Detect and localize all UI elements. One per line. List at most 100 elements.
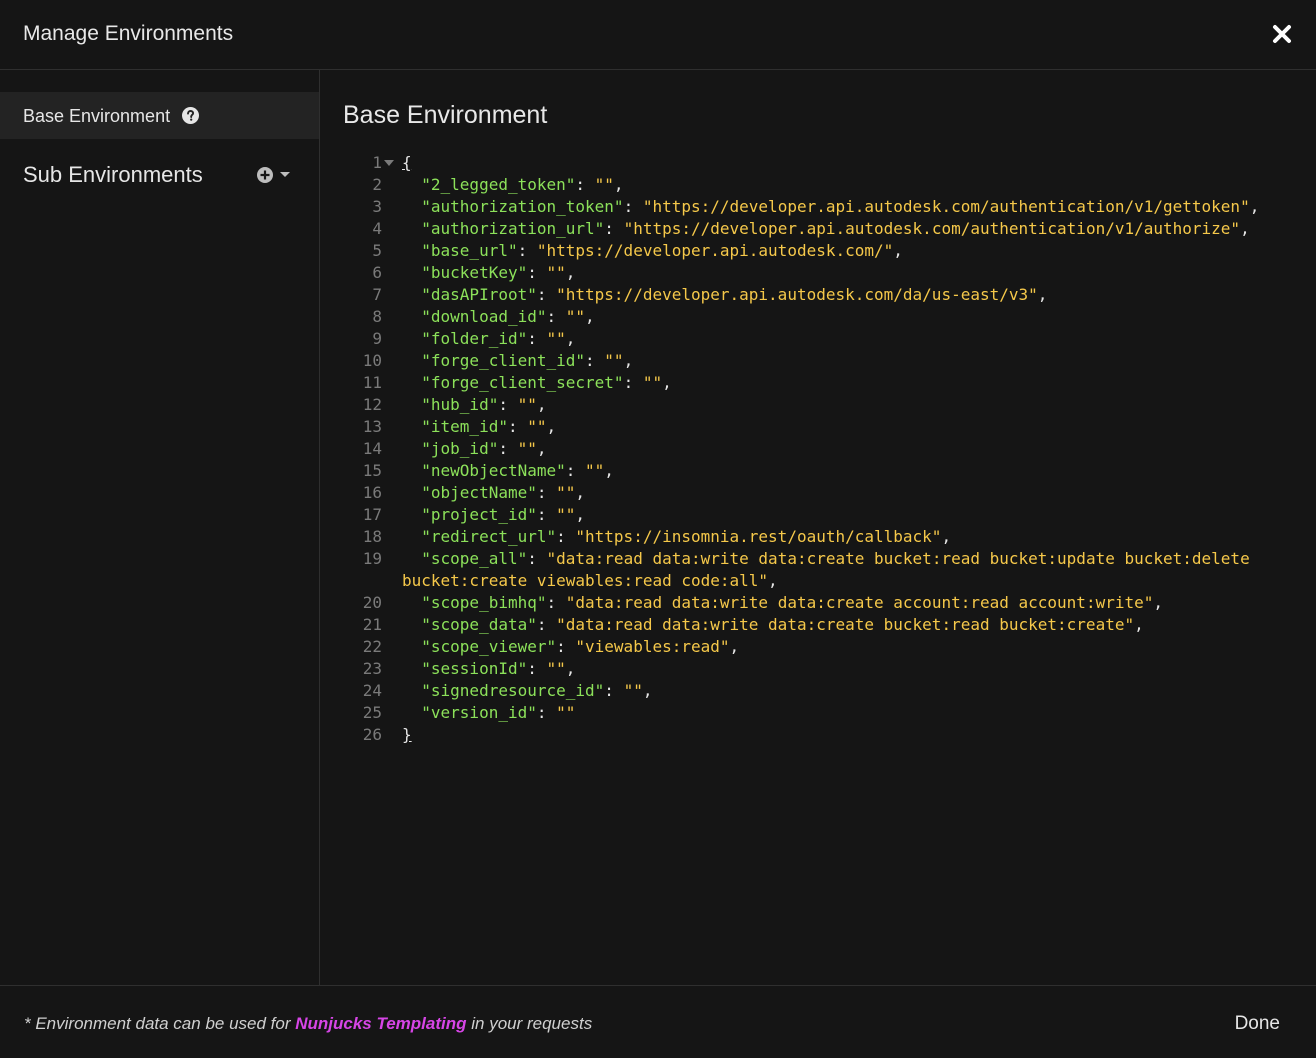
code-line: 5 "base_url": "https://developer.api.aut… [343,240,1303,262]
comma: , [893,241,903,260]
json-key: "download_id" [421,307,547,326]
comma: , [1037,285,1048,304]
footer-note-prefix: * Environment data can be used for [24,1014,296,1033]
json-value: "" [565,307,586,326]
comma: , [941,527,952,546]
comma: , [1153,593,1164,612]
line-number: 12 [362,395,382,414]
json-key: "scope_all" [421,549,528,568]
json-key: "newObjectName" [421,461,566,480]
environment-editor-panel: Base Environment 1 {2 "2_legged_token": "… [321,70,1316,986]
environments-sidebar: Base Environment Sub Environments [0,70,320,986]
line-number: 6 [372,263,382,282]
line-number: 21 [362,615,382,634]
line-number: 3 [372,197,382,216]
code-line: 7 "dasAPIroot": "https://developer.api.a… [343,284,1303,306]
nunjucks-templating-link[interactable]: Nunjucks Templating [295,1014,466,1033]
json-key: "redirect_url" [421,527,557,546]
json-key: "2_legged_token" [421,175,576,194]
close-icon[interactable] [1270,22,1294,46]
code-line: 16 "objectName": "", [343,482,1303,504]
line-number: 1 [372,153,382,172]
dialog-footer: * Environment data can be used for Nunju… [0,985,1316,1058]
colon: : [556,637,576,656]
base-environment-label: Base Environment [23,106,171,126]
comma: , [565,263,576,282]
comma: , [613,175,624,194]
code-text: "base_url": "https://developer.api.autod… [402,240,903,262]
line-number: 5 [372,241,382,260]
code-line: 22 "scope_viewer": "viewables:read", [343,636,1303,658]
code-text: "scope_viewer": "viewables:read", [402,636,739,658]
colon: : [517,241,537,260]
plus-circle-icon [257,167,273,183]
close-brace: } [402,725,412,744]
json-value: "data:read data:write data:create bucket… [556,615,1135,634]
code-text: "download_id": "", [402,306,594,328]
help-icon[interactable] [182,107,199,124]
json-value: "https://developer.api.autodesk.com/" [536,241,894,260]
json-key: "authorization_token" [421,197,624,216]
json-code-editor[interactable]: 1{2 "2_legged_token": "", 3 "authorizatio… [343,152,1303,952]
colon: : [623,197,643,216]
colon: : [556,527,576,546]
json-value: "" [556,483,576,502]
code-line: 17 "project_id": "", [343,504,1303,526]
line-number: 8 [372,307,382,326]
code-text: "2_legged_token": "", [402,174,624,196]
code-text: "redirect_url": "https://insomnia.rest/o… [402,526,951,548]
done-button[interactable]: Done [1235,1013,1280,1035]
code-text: "dasAPIroot": "https://developer.api.aut… [402,284,1047,306]
line-number: 20 [362,593,382,612]
line-number: 22 [362,637,382,656]
colon: : [536,703,557,722]
colon: : [604,681,624,700]
code-text: "scope_data": "data:read data:write data… [402,614,1144,636]
colon: : [585,351,605,370]
json-key: "forge_client_secret" [421,373,624,392]
json-value: "" [517,395,537,414]
json-key: "project_id" [421,505,537,524]
dialog-header: Manage Environments [0,0,1316,70]
comma: , [1134,615,1144,634]
code-line: 23 "sessionId": "", [343,658,1303,680]
code-text: "signedresource_id": "", [402,680,652,702]
json-key: "job_id" [421,439,499,458]
sub-environments-label: Sub Environments [23,162,203,187]
code-text: bucket:create viewables:read code:all", [402,570,778,592]
line-number: 2 [372,175,382,194]
manage-environments-dialog: Manage Environments Base Environment Sub… [0,0,1316,1058]
json-key: "scope_bimhq" [421,593,547,612]
json-value: "" [517,439,537,458]
colon: : [536,483,557,502]
json-value: "https://developer.api.autodesk.com/da/u… [556,285,1038,304]
open-brace: { [402,153,412,172]
base-environment-item[interactable]: Base Environment [0,92,319,139]
environment-title: Base Environment [343,101,548,129]
dialog-title: Manage Environments [23,22,234,45]
json-key: "objectName" [421,483,537,502]
code-line: 6 "bucketKey": "", [343,262,1303,284]
comma: , [729,637,740,656]
comma: , [565,659,576,678]
comma: , [575,483,586,502]
add-sub-environment-button[interactable] [256,166,296,186]
json-value: "viewables:read" [575,637,730,656]
json-key: "bucketKey" [421,263,528,282]
colon: : [575,175,595,194]
comma: , [536,395,547,414]
line-number: 4 [372,219,382,238]
fold-arrow-icon[interactable] [384,160,394,166]
line-number: 25 [362,703,382,722]
code-line: 2 "2_legged_token": "", [343,174,1303,196]
code-line: 26} [343,724,1303,746]
json-key: "authorization_url" [421,219,605,238]
comma: , [768,571,778,590]
code-text: "version_id": "" [402,702,575,724]
json-value: "https://developer.api.autodesk.com/auth… [623,219,1241,238]
code-text: "folder_id": "", [402,328,575,350]
json-key: "signedresource_id" [421,681,605,700]
code-text: "job_id": "", [402,438,546,460]
json-value-wrap: bucket:create viewables:read code:all" [402,571,769,590]
comma: , [662,373,672,392]
